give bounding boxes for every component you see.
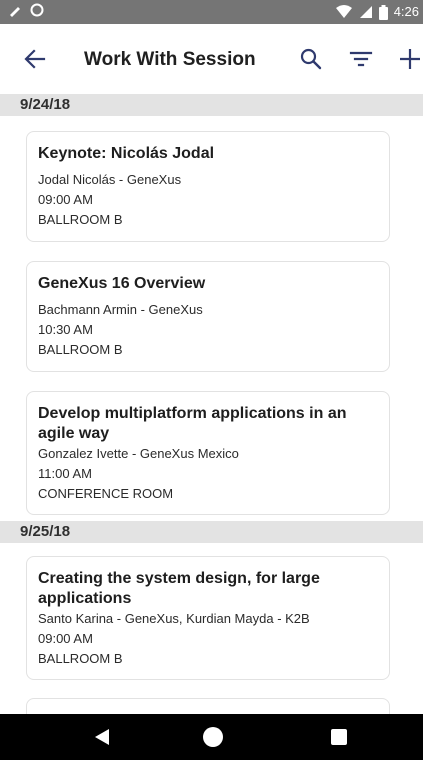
battery-icon	[378, 4, 388, 20]
status-bar: 4:26	[0, 0, 423, 24]
session-time: 09:00 AM	[38, 631, 93, 646]
session-card[interactable]: Keynote: Nicolás Jodal Jodal Nicolás - G…	[26, 131, 390, 242]
system-nav-bar	[0, 714, 423, 760]
nav-recent-apps-icon[interactable]	[331, 729, 347, 745]
date-header: 9/24/18	[0, 94, 423, 116]
session-card[interactable]: GeneXus 16 Overview Bachmann Armin - Gen…	[26, 261, 390, 372]
session-card[interactable]: Creating the system design, for large ap…	[26, 556, 390, 680]
status-time: 4:26	[393, 4, 419, 19]
nav-home-icon[interactable]	[203, 727, 223, 747]
session-card[interactable]: Develop multiplatform applications in an…	[26, 391, 390, 515]
session-card-partial[interactable]	[26, 698, 390, 714]
session-speakers: Bachmann Armin - GeneXus	[38, 302, 203, 317]
status-right-icons: 4:26	[335, 3, 419, 21]
session-time: 09:00 AM	[38, 192, 93, 207]
filter-icon[interactable]	[348, 46, 374, 72]
pen-icon	[10, 7, 20, 17]
session-speakers: Gonzalez Ivette - GeneXus Mexico	[38, 446, 239, 461]
session-time: 11:00 AM	[38, 466, 92, 481]
add-icon[interactable]	[397, 46, 423, 72]
session-title: Creating the system design, for large ap…	[38, 569, 389, 609]
nav-back-icon[interactable]	[93, 728, 111, 746]
circle-icon	[30, 3, 44, 17]
search-icon[interactable]	[298, 46, 324, 72]
session-room: BALLROOM B	[38, 212, 123, 227]
session-speakers: Santo Karina - GeneXus, Kurdian Mayda - …	[38, 611, 310, 626]
status-left-icons	[8, 3, 44, 17]
session-title-line: Develop multiplatform applications in an	[38, 405, 347, 422]
session-room: BALLROOM B	[38, 342, 123, 357]
session-room: BALLROOM B	[38, 651, 123, 666]
session-speakers: Jodal Nicolás - GeneXus	[38, 172, 182, 187]
back-arrow-icon[interactable]	[22, 46, 48, 72]
session-title: Develop multiplatform applications in an…	[38, 404, 389, 444]
session-list: 9/24/18 Keynote: Nicolás Jodal Jodal Nic…	[0, 94, 423, 714]
wifi-icon	[335, 5, 352, 18]
page-title: Work With Session	[84, 49, 256, 70]
session-room: CONFERENCE ROOM	[38, 486, 174, 501]
session-title-line: agile way	[38, 425, 110, 442]
date-header: 9/25/18	[0, 521, 423, 543]
session-title-line: Creating the system design, for large	[38, 570, 320, 587]
app-bar: Work With Session	[0, 24, 423, 94]
session-title-line: applications	[38, 590, 132, 607]
session-time: 10:30 AM	[38, 322, 93, 337]
signal-icon	[359, 6, 372, 18]
session-title: Keynote: Nicolás Jodal	[38, 145, 215, 162]
session-title: GeneXus 16 Overview	[38, 275, 206, 292]
